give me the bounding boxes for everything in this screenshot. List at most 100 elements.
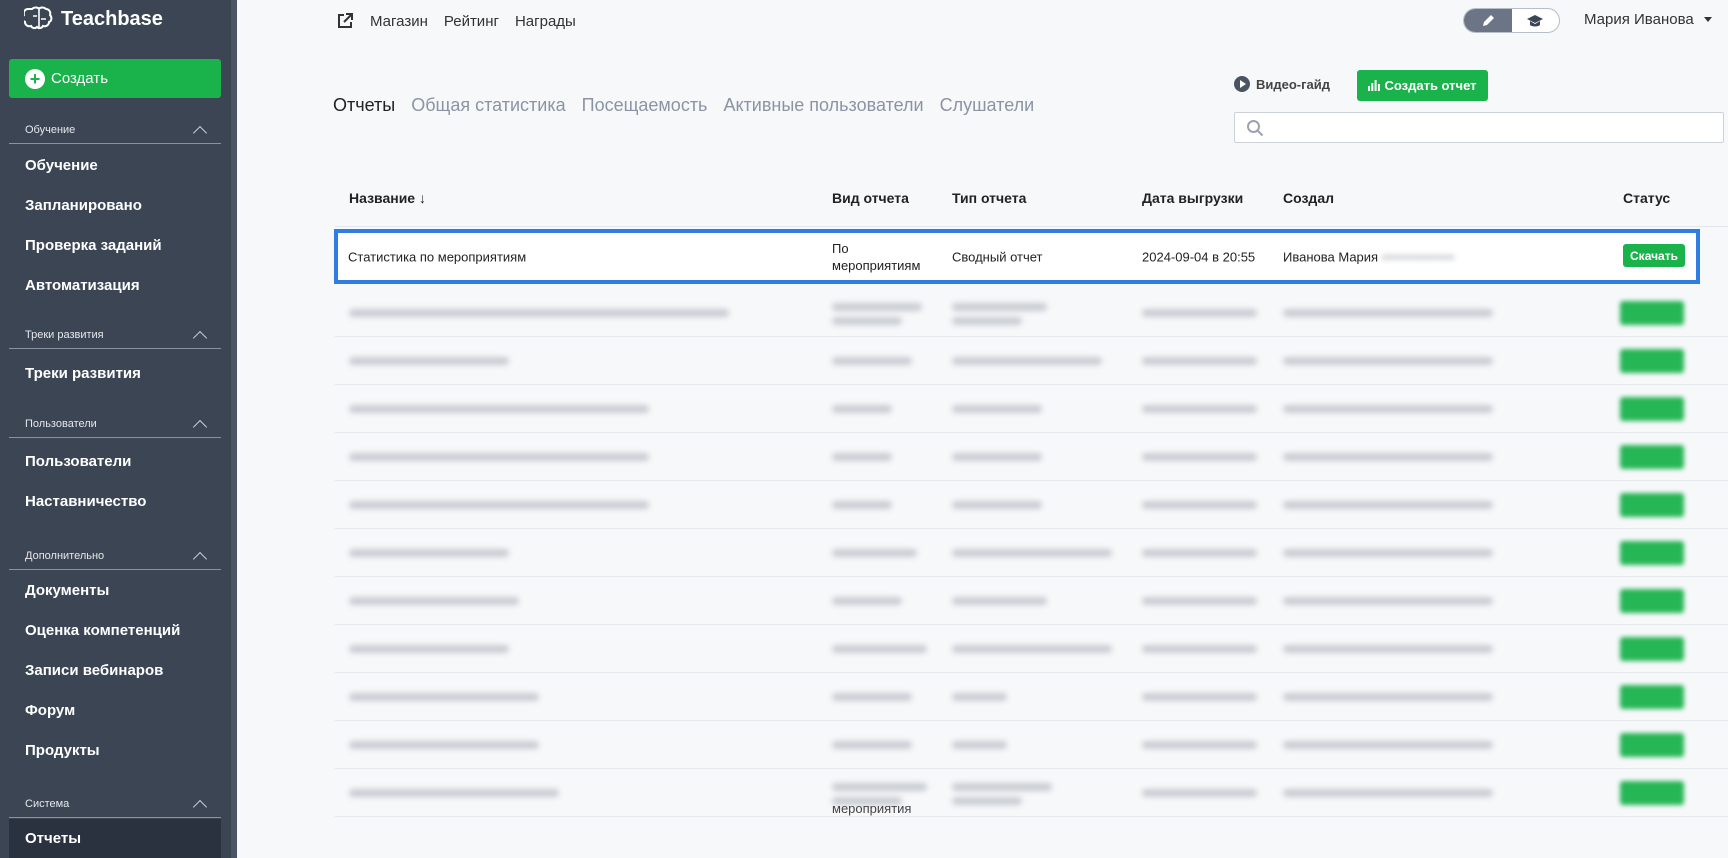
learner-mode-button[interactable] xyxy=(1512,9,1560,32)
sidebar-item-polzovateli[interactable]: Пользователи xyxy=(25,453,131,470)
table-row[interactable]: мероприятия xyxy=(335,769,1728,817)
video-guide-link[interactable]: Видео-гайд xyxy=(1234,76,1330,92)
blurred-cell-name xyxy=(349,453,649,461)
section-obuchenie[interactable]: Обучение xyxy=(9,116,221,144)
cell-type: Сводный отчет xyxy=(952,249,1043,264)
section-polzovateli[interactable]: Пользователи xyxy=(9,410,221,438)
blurred-cell-type-line2 xyxy=(952,317,1022,325)
blurred-cell-kind xyxy=(832,783,927,791)
external-link-icon[interactable] xyxy=(336,12,354,30)
brand-name: Teachbase xyxy=(61,7,163,30)
table-row[interactable] xyxy=(335,577,1728,625)
section-treki[interactable]: Треки развития xyxy=(9,321,221,349)
top-nav: Магазин Рейтинг Награды xyxy=(336,12,576,30)
download-button[interactable] xyxy=(1620,541,1684,565)
download-button[interactable] xyxy=(1620,781,1684,805)
download-button[interactable] xyxy=(1620,589,1684,613)
blurred-cell-date xyxy=(1142,549,1257,557)
table-header: Название ↓ Вид отчета Тип отчета Дата вы… xyxy=(335,177,1728,227)
logo[interactable]: Teachbase xyxy=(24,6,163,32)
table-row[interactable] xyxy=(335,337,1728,385)
nav-link-nagrady[interactable]: Награды xyxy=(515,13,576,30)
blurred-cell-kind xyxy=(832,693,912,701)
pencil-icon xyxy=(1482,14,1494,26)
sidebar-item-ocenka[interactable]: Оценка компетенций xyxy=(25,622,180,639)
col-header-kind: Вид отчета xyxy=(832,190,909,206)
blurred-cell-date xyxy=(1142,789,1257,797)
download-button[interactable] xyxy=(1620,301,1684,325)
table-row[interactable] xyxy=(335,385,1728,433)
sidebar-item-treki[interactable]: Треки развития xyxy=(25,365,141,382)
sidebar-item-zaplanirovano[interactable]: Запланировано xyxy=(25,197,142,214)
sidebar-item-proverka[interactable]: Проверка заданий xyxy=(25,237,162,254)
blurred-cell-type xyxy=(952,783,1052,791)
search-input[interactable] xyxy=(1234,112,1724,143)
cell-kind: По мероприятиям xyxy=(832,240,920,274)
user-menu[interactable]: Мария Иванова xyxy=(1584,11,1712,28)
mode-toggle[interactable] xyxy=(1463,8,1560,33)
blurred-cell-kind xyxy=(832,501,892,509)
download-button[interactable] xyxy=(1620,685,1684,709)
blurred-cell-type xyxy=(952,453,1042,461)
download-button[interactable] xyxy=(1620,349,1684,373)
tab-slushateli[interactable]: Слушатели xyxy=(940,95,1035,116)
blurred-cell-author xyxy=(1283,741,1493,749)
download-button[interactable] xyxy=(1620,397,1684,421)
blurred-cell-type xyxy=(952,501,1042,509)
blurred-cell-kind xyxy=(832,303,922,311)
blurred-cell-date xyxy=(1142,741,1257,749)
edit-mode-button[interactable] xyxy=(1464,9,1512,32)
blurred-cell-author xyxy=(1283,309,1493,317)
sidebar-item-avtomatizaciya[interactable]: Автоматизация xyxy=(25,277,140,294)
table-row[interactable] xyxy=(335,433,1728,481)
blurred-cell-author xyxy=(1283,357,1493,365)
section-sistema[interactable]: Система xyxy=(9,790,221,818)
download-button[interactable]: Скачать xyxy=(1623,244,1685,267)
section-title: Дополнительно xyxy=(25,549,105,562)
download-button[interactable] xyxy=(1620,733,1684,757)
section-dopolnitelno[interactable]: Дополнительно xyxy=(9,542,221,570)
table-row-highlighted[interactable]: Статистика по мероприятиям По мероприятия… xyxy=(334,229,1700,284)
table-row[interactable] xyxy=(335,625,1728,673)
col-header-name[interactable]: Название ↓ xyxy=(349,190,426,206)
nav-link-magazin[interactable]: Магазин xyxy=(370,13,428,30)
col-header-status: Статус xyxy=(1623,190,1671,206)
download-button[interactable] xyxy=(1620,493,1684,517)
sidebar-item-forum[interactable]: Форум xyxy=(25,702,75,719)
section-title: Обучение xyxy=(25,123,76,136)
nav-link-reiting[interactable]: Рейтинг xyxy=(444,13,499,30)
tab-obshaya-statistika[interactable]: Общая статистика xyxy=(411,95,565,116)
tab-aktivnye-polzovateli[interactable]: Активные пользователи xyxy=(723,95,923,116)
blurred-cell-date xyxy=(1142,693,1257,701)
blurred-cell-kind xyxy=(832,357,912,365)
sidebar-item-dokumenty[interactable]: Документы xyxy=(25,582,109,599)
blurred-cell-author xyxy=(1283,501,1493,509)
cell-name: Статистика по мероприятиям xyxy=(348,249,527,264)
blurred-cell-author xyxy=(1283,645,1493,653)
blurred-cell-kind xyxy=(832,645,927,653)
sidebar-item-nastavnichestvo[interactable]: Наставничество xyxy=(25,493,146,510)
table-row[interactable] xyxy=(335,289,1728,337)
table-row[interactable] xyxy=(335,529,1728,577)
tab-otchety[interactable]: Отчеты xyxy=(333,95,395,116)
blurred-cell-name xyxy=(349,549,509,557)
create-button[interactable]: + Создать xyxy=(9,59,221,98)
sidebar-item-otchety[interactable]: Отчеты xyxy=(25,830,81,847)
blurred-cell-kind xyxy=(832,597,902,605)
create-report-button[interactable]: Создать отчет xyxy=(1357,70,1488,101)
sidebar-item-produkty[interactable]: Продукты xyxy=(25,742,100,759)
chevron-up-icon xyxy=(192,125,208,140)
sidebar-item-obuchenie[interactable]: Обучение xyxy=(25,157,98,174)
download-button[interactable] xyxy=(1620,637,1684,661)
blurred-cell-name xyxy=(349,645,509,653)
download-button[interactable] xyxy=(1620,445,1684,469)
tab-poseshaemost[interactable]: Посещаемость xyxy=(582,95,708,116)
table-row[interactable] xyxy=(335,673,1728,721)
table-row[interactable] xyxy=(335,721,1728,769)
table-row[interactable] xyxy=(335,481,1728,529)
sidebar-item-zapisi[interactable]: Записи вебинаров xyxy=(25,662,163,679)
create-report-label: Создать отчет xyxy=(1384,78,1477,93)
create-button-label: Создать xyxy=(51,70,109,87)
blurred-cell-author xyxy=(1283,453,1493,461)
sidebar-scrollbar[interactable] xyxy=(231,0,237,858)
